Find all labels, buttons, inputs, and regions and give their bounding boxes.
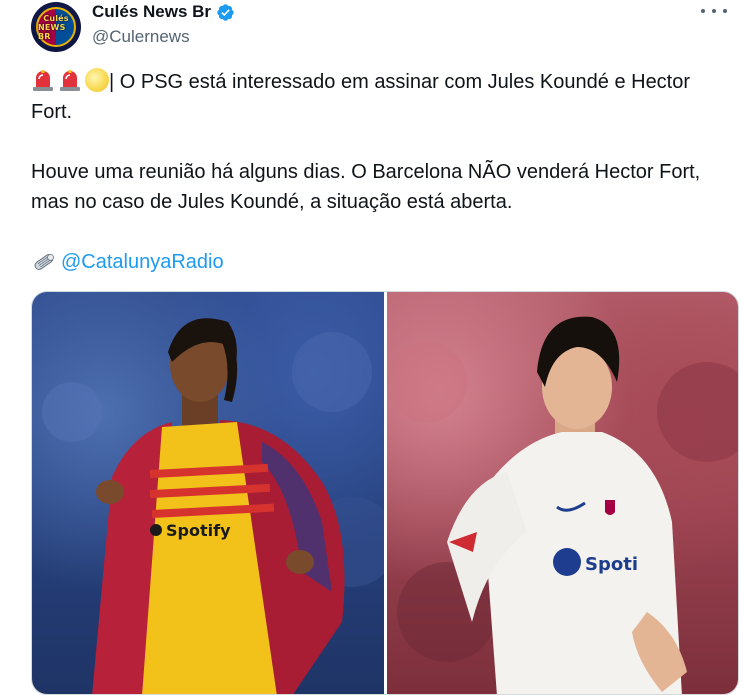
verified-badge-icon[interactable] (216, 3, 235, 22)
media-photo-right[interactable]: Spoti (386, 292, 738, 694)
tweet-paragraph-2: Houve uma reunião há alguns dias. O Barc… (31, 161, 701, 213)
mention-link[interactable]: @CatalunyaRadio (61, 247, 224, 277)
player-illustration-right: Spoti (386, 316, 738, 694)
sponsor-text-right: Spoti (585, 554, 638, 575)
tweet-paragraph-1: | O PSG está interessado em assinar com … (31, 67, 731, 127)
tweet-text: | O PSG está interessado em assinar com … (31, 67, 731, 277)
more-dot (712, 9, 716, 13)
player-illustration-left: Spotify (42, 318, 384, 694)
avatar-logo: Culés NEWS BR (36, 7, 76, 47)
avatar-logo-text-1: Culés (43, 13, 69, 23)
tweet-source-line: @CatalunyaRadio (31, 247, 731, 277)
more-dot (723, 9, 727, 13)
rolled-newspaper-icon (34, 254, 54, 270)
media-photo-left[interactable]: Spotify (32, 292, 384, 694)
tweet-card: Culés NEWS BR Culés News Br @Culernews |… (0, 0, 743, 695)
sponsor-text-left: Spotify (166, 521, 231, 540)
tweet-paragraph-1-text: | O PSG está interessado em assinar com … (31, 71, 691, 123)
police-siren-icon (60, 70, 80, 91)
author-handle[interactable]: @Culernews (92, 27, 190, 47)
author-name-row: Culés News Br (92, 2, 235, 22)
avatar-logo-text-2: NEWS BR (38, 22, 66, 41)
tweet-media[interactable]: Spotify Spoti (31, 291, 739, 695)
author-display-name[interactable]: Culés News Br (92, 2, 211, 22)
police-siren-icon (33, 70, 53, 91)
author-avatar[interactable]: Culés NEWS BR (31, 2, 81, 52)
more-dot (701, 9, 705, 13)
more-options-icon[interactable] (701, 4, 727, 18)
sun-icon (85, 68, 109, 92)
